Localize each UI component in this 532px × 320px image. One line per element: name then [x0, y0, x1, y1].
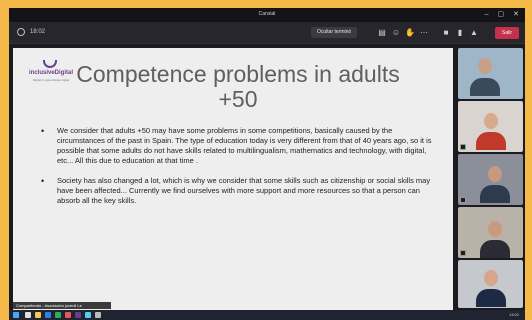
- raise-hand-icon[interactable]: ✋: [405, 28, 415, 37]
- more-icon[interactable]: ⋯: [419, 28, 429, 37]
- close-icon[interactable]: ✕: [513, 10, 519, 19]
- participant-tile[interactable]: [458, 260, 523, 308]
- participant-tile[interactable]: [458, 207, 523, 258]
- meeting-window: Cansial – ▢ ✕ 18:02 Ocultar terminó ▤ ☺ …: [9, 8, 525, 320]
- mic-muted-icon: [460, 250, 466, 256]
- people-button[interactable]: Ocultar terminó: [311, 27, 358, 38]
- participant-tile[interactable]: [458, 154, 523, 205]
- bullet-icon: •: [41, 126, 45, 136]
- browser-icon[interactable]: [45, 312, 51, 318]
- presenter-label: Compartiendo - Asociación juvenil Le: [13, 302, 111, 309]
- window-title: Cansial: [258, 11, 276, 17]
- taskbar-apps: [25, 312, 101, 318]
- mic-icon[interactable]: ▮: [455, 28, 465, 37]
- meeting-toolbar: 18:02 Ocultar terminó ▤ ☺ ✋ ⋯ ■ ▮ ▲ Sali…: [9, 22, 525, 44]
- window-controls: – ▢ ✕: [485, 10, 519, 19]
- title-bar: Cansial – ▢ ✕: [9, 8, 525, 22]
- bullet-item: • Society has also changed a lot, which …: [41, 176, 439, 206]
- participant-body: [480, 185, 510, 203]
- organization-logo: inclusiveDigital Digital in aprendizaje …: [27, 60, 75, 86]
- logo-name: inclusiveDigital: [28, 70, 73, 76]
- participant-head: [488, 221, 502, 237]
- app-icon[interactable]: [85, 312, 91, 318]
- logo-tagline: Digital in aprendizaje digital: [32, 78, 70, 82]
- shared-slide: inclusiveDigital Digital in aprendizaje …: [13, 48, 453, 310]
- participant-body: [470, 78, 500, 96]
- app-icon[interactable]: [65, 312, 71, 318]
- leave-button[interactable]: Salir: [495, 27, 519, 39]
- participant-body: [476, 132, 506, 150]
- participant-head: [488, 166, 502, 182]
- reactions-icon[interactable]: ☺: [391, 28, 401, 37]
- meeting-timer: 18:02: [30, 29, 46, 35]
- participant-tile[interactable]: [458, 101, 523, 152]
- bullet-item: • We consider that adults +50 may have s…: [41, 126, 439, 166]
- folder-icon[interactable]: [35, 312, 41, 318]
- system-tray-clock[interactable]: 13:02: [509, 311, 519, 319]
- mic-muted-icon: [460, 144, 466, 150]
- participant-head: [484, 270, 498, 286]
- participant-body: [476, 289, 506, 307]
- mic-muted-icon: [460, 197, 466, 203]
- slide-title: Competence problems in adults +50: [76, 61, 400, 112]
- chat-icon[interactable]: ▤: [377, 28, 387, 37]
- app-icon[interactable]: [55, 312, 61, 318]
- participant-tile[interactable]: [458, 48, 523, 99]
- participant-head: [484, 113, 498, 129]
- bullet-icon: •: [41, 176, 45, 186]
- maximize-icon[interactable]: ▢: [498, 10, 505, 19]
- search-icon[interactable]: [25, 312, 31, 318]
- shield-icon: [17, 28, 25, 36]
- bullet-list: • We consider that adults +50 may have s…: [41, 126, 439, 216]
- bullet-text: We consider that adults +50 may have som…: [57, 126, 432, 165]
- participant-body: [480, 240, 510, 258]
- app-icon[interactable]: [95, 312, 101, 318]
- camera-icon[interactable]: ■: [441, 28, 451, 37]
- teams-icon[interactable]: [75, 312, 81, 318]
- share-icon[interactable]: ▲: [469, 28, 479, 37]
- taskbar: 13:02: [9, 310, 525, 320]
- logo-glyph-icon: [43, 60, 57, 68]
- participant-head: [478, 58, 492, 74]
- bullet-text: Society has also changed a lot, which is…: [57, 176, 431, 205]
- minimize-icon[interactable]: –: [485, 10, 489, 19]
- start-icon[interactable]: [13, 312, 19, 318]
